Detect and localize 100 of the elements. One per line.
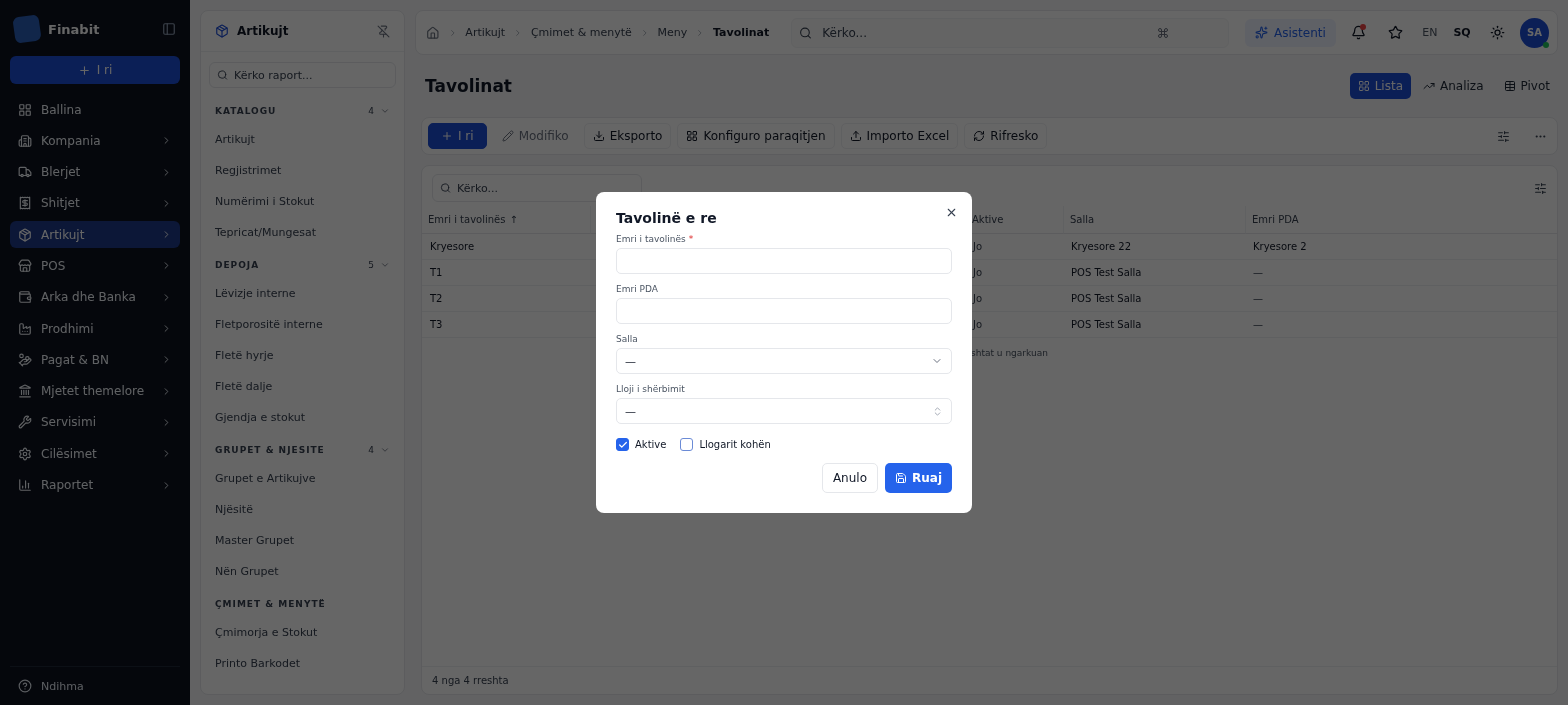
sidebar-item[interactable]: Blerjet xyxy=(10,158,180,186)
help-link[interactable]: Ndihma xyxy=(41,679,84,693)
sidebar-item[interactable]: Kompania xyxy=(10,127,180,155)
nav-icon xyxy=(18,290,32,305)
toolbar-button[interactable]: I ri xyxy=(428,123,487,149)
sidebar-item[interactable]: Prodhimi xyxy=(10,315,180,343)
table-cell: — xyxy=(1245,312,1557,338)
report-link[interactable]: Fletë hyrje xyxy=(209,340,396,371)
field-label: Lloji i shërbimit xyxy=(616,384,686,394)
table-cell: POS Test Salla xyxy=(1063,260,1245,286)
report-link[interactable]: Nën Grupet xyxy=(209,556,396,587)
select-field[interactable]: — xyxy=(616,348,952,374)
columns-settings-icon[interactable] xyxy=(1534,181,1547,195)
assistant-button[interactable]: Asistenti xyxy=(1245,18,1336,47)
chevron-icon[interactable] xyxy=(380,445,390,455)
report-link[interactable]: Grupet e Artikujve xyxy=(209,463,396,494)
nav-icon xyxy=(18,165,32,180)
table-cell: — xyxy=(1245,260,1557,286)
toolbar-button[interactable]: Konfiguro paraqitjen xyxy=(677,123,835,149)
table-cell: POS Test Salla xyxy=(1063,286,1245,312)
input-field[interactable] xyxy=(616,248,952,274)
sidebar-item[interactable]: Arka dhe Banka xyxy=(10,283,180,311)
breadcrumb-link[interactable]: Çmimet & menytë xyxy=(530,26,632,39)
sidebar-item[interactable]: POS xyxy=(10,252,180,280)
sidebar-item[interactable]: Pagat & BN xyxy=(10,346,180,374)
report-link[interactable]: Çmimorja e Stokut xyxy=(209,617,396,648)
global-search-field[interactable]: Kërko... xyxy=(791,17,1230,48)
toolbar-button[interactable]: Importo Excel xyxy=(840,123,959,149)
sidebar-item[interactable]: Mjetet themelore xyxy=(10,377,180,405)
breadcrumb-link[interactable]: Artikujt xyxy=(465,26,506,39)
report-link[interactable]: Regjistrimet xyxy=(209,155,396,186)
column-header[interactable]: Salla xyxy=(1063,206,1245,234)
sidebar-item[interactable]: Ballina xyxy=(10,96,180,123)
report-link[interactable]: Fletë dalje xyxy=(209,371,396,402)
checkbox-label: Llogarit kohën xyxy=(699,439,771,450)
search-icon xyxy=(217,69,228,81)
view-icon xyxy=(1357,80,1370,92)
nav-label: Prodhimi xyxy=(41,321,95,336)
view-tab[interactable]: Analiza xyxy=(1415,73,1492,99)
nav-label: Servisimi xyxy=(41,415,97,430)
report-link[interactable]: Njësitë xyxy=(209,494,396,525)
sidebar-item[interactable]: Artikujt xyxy=(10,221,180,249)
nav-icon xyxy=(18,384,32,399)
new-button[interactable]: I ri xyxy=(10,56,180,84)
input-field[interactable] xyxy=(616,298,952,324)
toolbar-button[interactable]: Rifresko xyxy=(964,123,1048,149)
sidebar-item[interactable]: Servisimi xyxy=(10,408,180,436)
panel-title: Artikujt xyxy=(237,24,290,38)
column-header[interactable]: Emri PDA xyxy=(1245,206,1557,234)
table-cell: T2 xyxy=(422,286,590,312)
up-down-icon xyxy=(932,405,943,417)
nav-icon xyxy=(18,102,32,117)
sidebar-item[interactable]: Raportet xyxy=(10,471,180,499)
page-title: Tavolinat xyxy=(425,76,513,96)
nav-icon xyxy=(18,196,32,211)
floppy-icon xyxy=(895,472,907,484)
nav-icon xyxy=(18,321,32,336)
report-link[interactable]: Master Grupet xyxy=(209,525,396,556)
save-button[interactable]: Ruaj xyxy=(885,463,952,493)
logo-icon xyxy=(12,14,42,44)
select-field[interactable]: — xyxy=(616,398,952,424)
toolbar-button[interactable]: Eksporto xyxy=(583,123,672,149)
view-tab[interactable]: Lista xyxy=(1349,73,1412,99)
table-search-field[interactable]: Kërko... xyxy=(432,174,642,202)
sidebar-toggle-icon[interactable] xyxy=(162,22,176,36)
nav-icon xyxy=(18,227,32,242)
sidebar-item[interactable]: Shitjet xyxy=(10,189,180,217)
home-icon[interactable] xyxy=(426,25,440,40)
report-link[interactable]: Printo Barkodet xyxy=(209,648,396,679)
nav-icon xyxy=(18,352,32,367)
report-search-field[interactable]: Kërko raport... xyxy=(209,62,396,88)
checkbox[interactable] xyxy=(616,438,629,451)
cancel-button[interactable]: Anulo xyxy=(821,463,878,493)
section-count: 4 xyxy=(368,106,374,116)
table-cell: POS Test Salla xyxy=(1063,312,1245,338)
sort-arrow: ↑ xyxy=(509,214,518,225)
breadcrumb-link[interactable]: Tavolinat xyxy=(713,26,770,39)
chevron-icon[interactable] xyxy=(380,106,390,116)
sidebar-item[interactable]: Cilësimet xyxy=(10,440,180,468)
nav-label: Mjetet themelore xyxy=(41,384,146,399)
filter-icon[interactable] xyxy=(1497,129,1510,143)
report-link[interactable]: Tepricat/Mungesat xyxy=(209,217,396,248)
unpin-icon[interactable] xyxy=(377,24,390,38)
breadcrumb-link[interactable]: Meny xyxy=(657,26,688,39)
language-button[interactable]: EN xyxy=(1418,26,1442,39)
report-link[interactable]: Gjendja e stokut xyxy=(209,402,396,433)
language-button[interactable]: SQ xyxy=(1449,26,1475,39)
nav-label: Blerjet xyxy=(41,165,82,180)
view-tab[interactable]: Pivot xyxy=(1495,73,1558,99)
star-icon xyxy=(1388,25,1404,40)
column-header[interactable]: Emri i tavolinës ↑ xyxy=(422,206,590,234)
section-count: 5 xyxy=(368,260,374,270)
dialog-title: Tavolinë e re xyxy=(616,210,718,226)
chevron-icon[interactable] xyxy=(380,260,390,270)
report-link[interactable]: Fletporositë interne xyxy=(209,309,396,340)
report-link[interactable]: Lëvizje interne xyxy=(209,278,396,309)
table-cell: Kryesore 2 xyxy=(1245,234,1557,260)
user-avatar[interactable]: SA xyxy=(1519,17,1550,48)
checkbox[interactable] xyxy=(680,438,694,451)
report-link[interactable]: Artikujt xyxy=(209,124,396,155)
